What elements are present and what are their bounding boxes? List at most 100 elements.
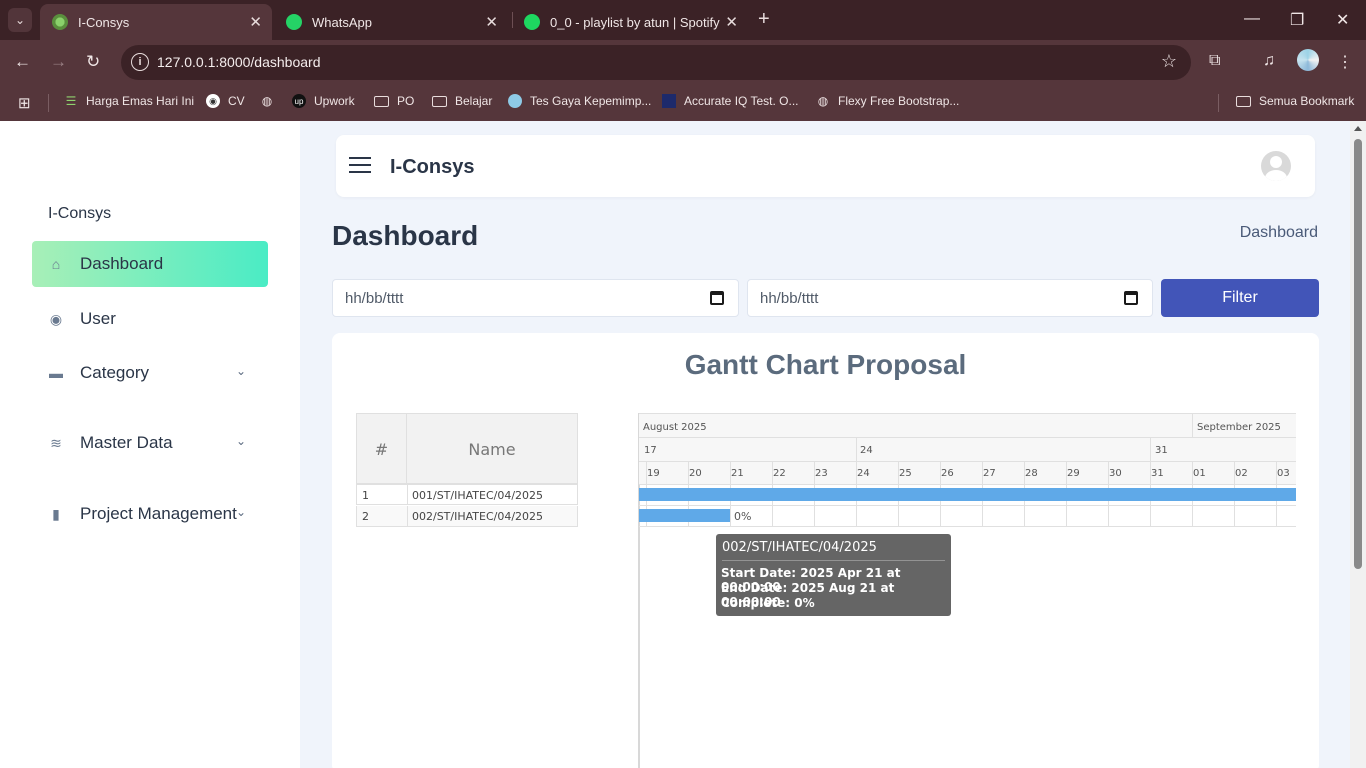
sidebar-brand[interactable]: I-Consys [48,205,111,223]
chevron-down-icon: ⌄ [235,505,246,519]
bookmark-label: Upwork [314,94,355,108]
week-grid-line [1150,437,1151,461]
top-header: I-Consys [336,135,1315,197]
close-window-button[interactable]: ✕ [1336,10,1349,30]
breadcrumb[interactable]: Dashboard [1240,224,1318,242]
bookmark-po[interactable]: PO [374,94,414,108]
bookmark-label: Accurate IQ Test. O... [684,94,799,108]
profile-avatar[interactable] [1297,49,1319,71]
day-label: 28 [1025,468,1038,479]
bookmark-star-icon[interactable]: ☆ [1161,51,1177,72]
sidebar-item-dashboard[interactable]: ⌂ Dashboard [32,241,268,287]
tab-search-button[interactable]: ⌄ [8,8,32,32]
calendar-icon[interactable] [1124,291,1138,305]
page-scrollbar[interactable] [1350,121,1366,768]
bookmark-label: Tes Gaya Kepemimp... [530,94,652,108]
sidebar-item-category[interactable]: ▬ Category ⌄ [32,350,268,396]
bookmark-label: Harga Emas Hari Ini [86,94,195,108]
tab-iconsys[interactable]: I-Consys ✕ [40,4,272,40]
bookmark-upwork[interactable]: up Upwork [292,94,355,108]
day-label: 19 [647,468,660,479]
sidebar-item-label: Master Data [80,433,173,452]
calendar-icon[interactable] [710,291,724,305]
day-label: 29 [1067,468,1080,479]
bookmark-label: Semua Bookmark [1259,94,1355,108]
scrollbar-thumb[interactable] [1354,139,1362,569]
bookmark-label: Belajar [455,94,493,108]
day-label: 27 [983,468,996,479]
month-label: September 2025 [1197,422,1281,433]
tab-spotify[interactable]: 0_0 - playlist by atun | Spotify ✕ [512,4,748,40]
chart-title: Gantt Chart Proposal [684,349,967,380]
reload-button[interactable]: ↻ [86,52,100,72]
filter-button[interactable]: Filter [1161,279,1319,317]
page-title: Dashboard [332,220,479,251]
bookmark-tes-gaya[interactable]: Tes Gaya Kepemimp... [508,94,651,108]
start-date-input[interactable]: hh/bb/tttt [332,279,739,317]
extensions-icon[interactable]: ⧉ [1209,52,1220,70]
sidebar-item-user[interactable]: ◉ User [32,296,268,342]
day-label: 20 [689,468,702,479]
sidebar-item-label: Project Management [80,504,237,523]
bookmark-belajar[interactable]: Belajar [432,94,492,108]
bookmark-all-folder[interactable]: Semua Bookmark [1236,94,1354,108]
bookmark-separator [1218,94,1219,112]
tooltip-divider [722,560,945,561]
day-label: 21 [731,468,744,479]
address-bar[interactable]: i 127.0.0.1:8000/dashboard ☆ [121,45,1191,80]
restore-button[interactable]: ❐ [1290,10,1304,30]
sidebar: I-Consys ⌂ Dashboard ◉ User ▬ Category ⌄… [0,121,300,768]
close-icon[interactable]: ✕ [485,13,498,31]
bookmark-harga-emas[interactable]: ☰ Harga Emas Hari Ini [64,94,194,108]
folder-icon [432,95,447,107]
bookmark-globe[interactable]: ◍ [260,94,282,108]
briefcase-icon: ▬ [49,365,63,381]
forward-button[interactable]: → [50,52,67,72]
media-control-icon[interactable]: ♫ [1263,52,1275,70]
chevron-down-icon: ⌄ [235,364,246,378]
scroll-up-arrow-icon[interactable] [1354,126,1362,131]
tab-title: I-Consys [78,14,130,30]
site-info-icon[interactable]: i [131,53,149,71]
minimize-button[interactable]: — [1244,10,1260,28]
end-date-input[interactable]: hh/bb/tttt [747,279,1153,317]
new-tab-button[interactable]: + [758,8,770,31]
grid-line [639,526,1296,527]
gantt-bar-row-2[interactable] [639,509,730,522]
database-icon: ≋ [50,434,62,451]
table-row[interactable]: 2 002/ST/IHATEC/04/2025 [356,506,578,527]
date-placeholder: hh/bb/tttt [345,290,404,307]
day-label: 02 [1235,468,1248,479]
hamburger-menu-icon[interactable] [349,157,371,175]
user-circle-icon: ◉ [49,310,63,327]
table-row[interactable]: 1 001/ST/IHATEC/04/2025 [356,484,578,505]
grid-line [639,461,1296,462]
gantt-tooltip: 002/ST/IHATEC/04/2025 Start Date: 2025 A… [716,534,951,616]
bookmark-label: CV [228,94,245,108]
close-icon[interactable]: ✕ [249,13,262,31]
spotify-icon [524,14,540,30]
sidebar-item-label: User [80,309,116,328]
tab-whatsapp[interactable]: WhatsApp ✕ [274,4,508,40]
bookmark-flexy[interactable]: ◍ Flexy Free Bootstrap... [816,94,960,108]
menu-kebab-icon[interactable]: ⋮ [1337,52,1353,72]
user-avatar[interactable] [1261,151,1291,181]
day-label: 22 [773,468,786,479]
bookmarks-bar: ⊞ ☰ Harga Emas Hari Ini ◉ CV ◍ up Upwork… [0,86,1366,121]
bookmark-accurate-iq[interactable]: Accurate IQ Test. O... [662,94,799,108]
tab-title: 0_0 - playlist by atun | Spotify [550,14,720,30]
gantt-bar-row-1[interactable] [639,488,1296,501]
bookmark-cv[interactable]: ◉ CV [206,94,245,108]
week-label: 24 [860,445,873,456]
apps-grid-icon[interactable]: ⊞ [18,94,31,112]
close-icon[interactable]: ✕ [725,13,738,31]
row-number: 1 [362,489,369,502]
url-text[interactable]: 127.0.0.1:8000/dashboard [157,54,320,70]
folder-icon [1236,95,1251,107]
home-icon: ⌂ [51,256,61,272]
day-label: 03 [1277,468,1290,479]
sidebar-item-master-data[interactable]: ≋ Master Data ⌄ [32,420,268,466]
back-button[interactable]: ← [14,52,31,72]
row-name: 002/ST/IHATEC/04/2025 [407,506,578,526]
sidebar-item-project-management[interactable]: ▮ Project Management ⌄ [32,491,268,537]
